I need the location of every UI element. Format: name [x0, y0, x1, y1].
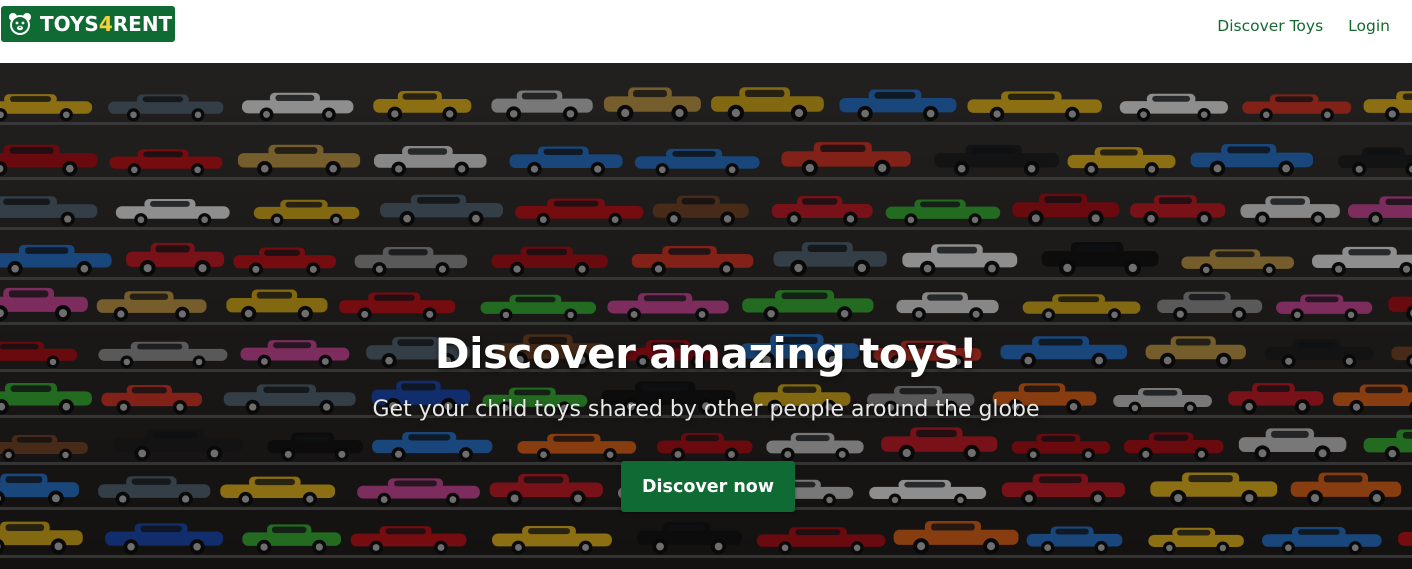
discover-now-button[interactable]: Discover now [621, 461, 795, 512]
hero-title: Discover amazing toys! [434, 329, 978, 378]
nav-link-login[interactable]: Login [1348, 17, 1390, 35]
top-navbar: TOYS4RENT Discover Toys Login [0, 0, 1412, 63]
nav-link-discover-toys[interactable]: Discover Toys [1217, 17, 1323, 35]
brand-name: TOYS4RENT [40, 12, 173, 36]
bear-face-icon [9, 13, 31, 35]
hero-subtitle: Get your child toys shared by other peop… [372, 397, 1040, 422]
nav-links: Discover Toys Login [1217, 17, 1390, 35]
brand-logo[interactable]: TOYS4RENT [1, 6, 175, 42]
hero-banner: Discover amazing toys! Get your child to… [0, 63, 1412, 569]
